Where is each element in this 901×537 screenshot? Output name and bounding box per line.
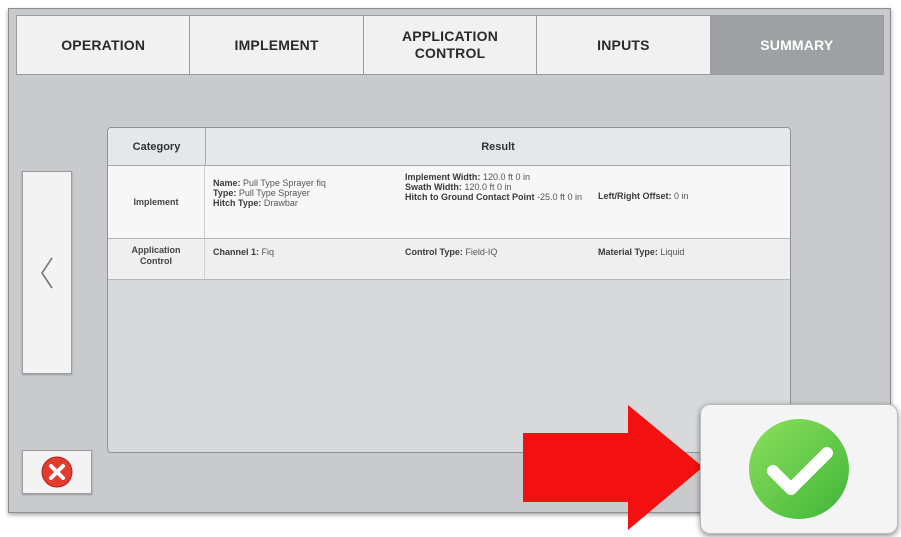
header-category: Category — [108, 128, 206, 165]
tab-implement[interactable]: IMPLEMENT — [190, 15, 364, 75]
tab-bar: OPERATION IMPLEMENT APPLICATION CONTROL … — [16, 15, 885, 75]
cancel-button[interactable] — [22, 450, 92, 494]
tab-application-control[interactable]: APPLICATION CONTROL — [363, 15, 538, 75]
field-control-type: Control Type: Field-IQ — [405, 247, 498, 257]
field-material-type: Material Type: Liquid — [598, 247, 685, 257]
field-channel-1: Channel 1: Fiq — [213, 247, 275, 257]
field-hitch-type: Hitch Type: Drawbar — [213, 198, 298, 208]
field-implement-width: Implement Width: 120.0 ft 0 in — [405, 172, 530, 182]
tab-operation[interactable]: OPERATION — [16, 15, 191, 75]
header-result: Result — [481, 140, 515, 153]
field-hitch-to-ground: Hitch to Ground Contact Point -25.0 ft 0… — [405, 192, 583, 202]
row-result: Channel 1: Fiq Control Type: Field-IQ Ma… — [205, 239, 790, 279]
table-row: Implement Name: Pull Type Sprayer fiq Ty… — [108, 166, 790, 239]
field-name: Name: Pull Type Sprayer fiq — [213, 178, 326, 188]
confirm-button[interactable] — [700, 404, 898, 534]
row-category: Application Control — [108, 239, 205, 279]
row-result: Name: Pull Type Sprayer fiq Type: Pull T… — [205, 166, 790, 238]
result-column: Implement Width: 120.0 ft 0 in Swath Wid… — [405, 172, 593, 202]
field-swath-width: Swath Width: 120.0 ft 0 in — [405, 182, 512, 192]
back-button[interactable] — [22, 171, 72, 374]
result-column: Left/Right Offset: 0 in — [598, 191, 689, 201]
chevron-left-icon — [41, 257, 53, 288]
result-column: Name: Pull Type Sprayer fiq Type: Pull T… — [213, 178, 326, 208]
tab-inputs[interactable]: INPUTS — [537, 15, 711, 75]
field-left-right-offset: Left/Right Offset: 0 in — [598, 191, 689, 201]
field-type: Type: Pull Type Sprayer — [213, 188, 310, 198]
tab-summary[interactable]: SUMMARY — [710, 15, 885, 75]
table-row: Application Control Channel 1: Fiq Contr… — [108, 239, 790, 280]
red-x-circle-icon — [41, 456, 73, 488]
red-arrow-right-icon — [523, 405, 703, 530]
green-check-circle-icon — [749, 419, 849, 519]
table-header: Category Result — [108, 128, 790, 166]
row-category: Implement — [108, 166, 205, 238]
